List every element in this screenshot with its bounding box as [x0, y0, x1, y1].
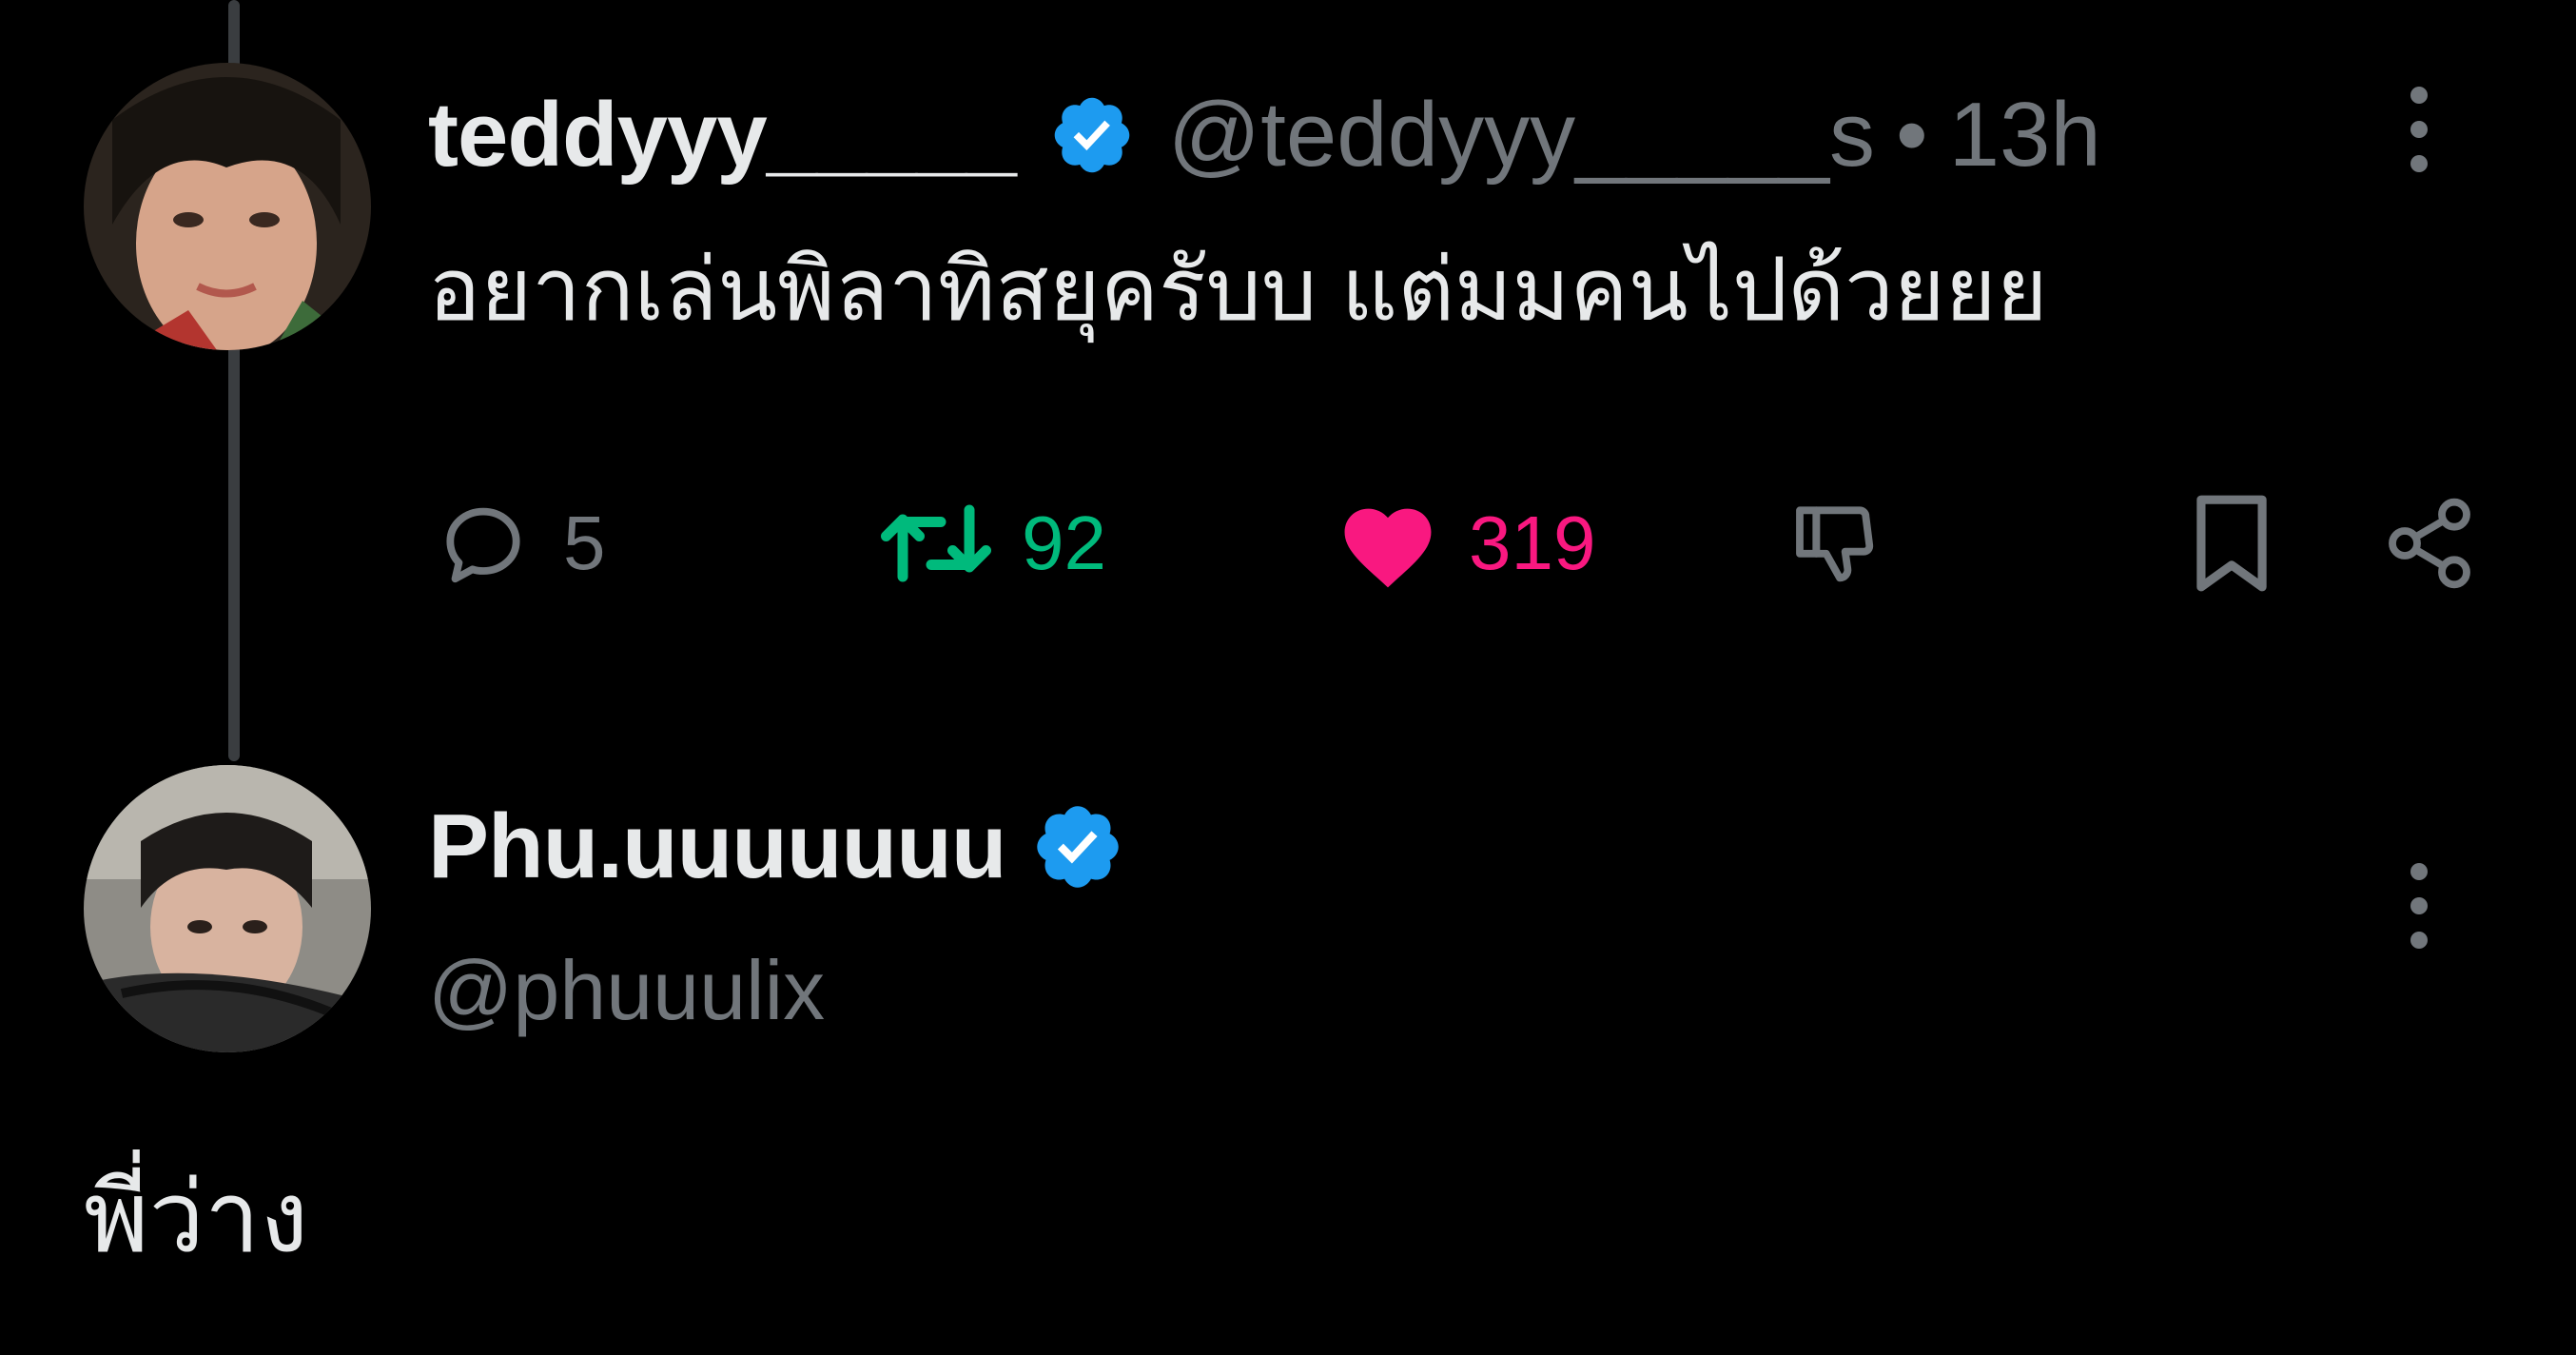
reply-author-name[interactable]: Phu.uuuuuuu [428, 795, 1006, 899]
tweet-body-text: อยากเล่นพิลาทิสยุครับบ แต่มมคนไปด้วยยย [428, 242, 2048, 339]
tweet-more-options-icon[interactable] [2405, 84, 2433, 175]
reply-button[interactable]: 5 [432, 491, 606, 596]
verified-badge-icon [1030, 799, 1125, 894]
avatar-photo-icon [84, 63, 371, 350]
tweet-header: teddyyy_____ @teddyyy_____s • 13h [428, 78, 2101, 192]
bookmark-button[interactable] [2186, 491, 2277, 596]
header-separator: • [1896, 84, 1928, 186]
reply-author-handle[interactable]: @phuuulix [428, 942, 825, 1039]
retweet-button[interactable]: 92 [879, 491, 1106, 596]
reply-more-options-icon[interactable] [2405, 860, 2433, 952]
tweet-author-name[interactable]: teddyyy_____ [428, 83, 1017, 187]
tweet-timestamp[interactable]: 13h [1949, 83, 2101, 187]
tweet-author-handle[interactable]: @teddyyy_____s [1168, 83, 1875, 187]
share-button[interactable] [2380, 491, 2479, 596]
verified-badge-icon [1048, 91, 1136, 179]
reply-count: 5 [563, 501, 606, 585]
reply-author-avatar[interactable] [84, 765, 371, 1052]
tweet-author-avatar[interactable] [84, 63, 371, 350]
share-icon [2389, 498, 2470, 589]
retweet-icon [881, 504, 991, 582]
heart-icon [1344, 508, 1432, 588]
like-count: 319 [1469, 501, 1596, 585]
reply-body-text: พี่ว่าง [84, 1163, 309, 1273]
retweet-count: 92 [1022, 501, 1106, 585]
avatar-photo-icon [84, 765, 371, 1052]
reply-header: Phu.uuuuuuu [428, 790, 1125, 904]
bookmark-icon [2196, 495, 2267, 592]
reply-bubble-icon [446, 507, 520, 583]
dislike-button[interactable] [1785, 491, 1889, 596]
thumbs-down-icon [1796, 506, 1874, 582]
like-button[interactable]: 319 [1336, 491, 1595, 596]
